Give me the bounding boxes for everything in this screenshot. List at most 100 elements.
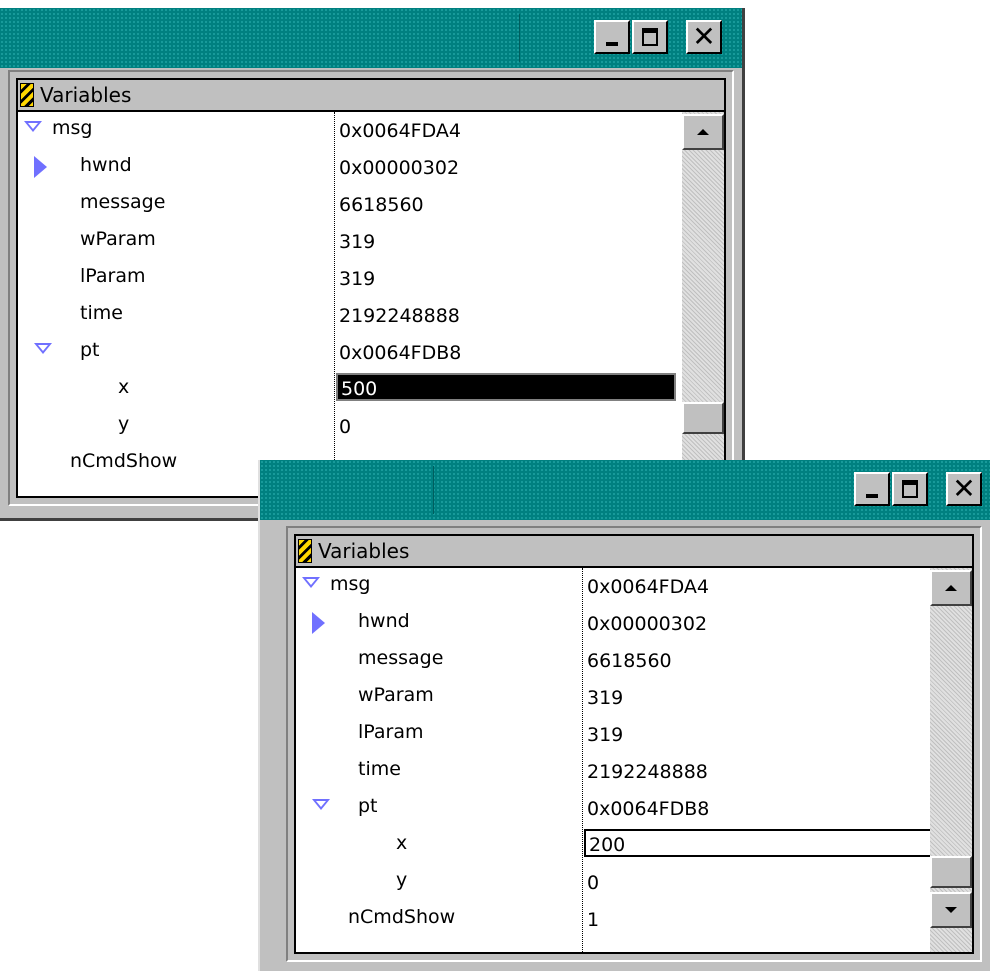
- value-text: 6618560: [587, 650, 672, 672]
- variable-value: 0: [584, 869, 599, 897]
- close-button[interactable]: ✕: [946, 472, 982, 506]
- vertical-scrollbar[interactable]: [682, 112, 724, 496]
- variable-row-lparam[interactable]: lParam 319: [296, 716, 930, 753]
- variable-name: wParam: [358, 684, 434, 706]
- expand-right-triangle-icon[interactable]: [34, 156, 47, 178]
- vertical-scrollbar[interactable]: [930, 568, 972, 952]
- scroll-up-arrow-icon[interactable]: [682, 114, 724, 150]
- expand-down-triangle-icon[interactable]: [24, 121, 42, 132]
- variable-value: 0x0064FDA4: [584, 573, 709, 601]
- variable-name: msg: [330, 573, 371, 595]
- value-text: 0x0064FDB8: [339, 342, 462, 364]
- expand-right-triangle-icon[interactable]: [312, 612, 325, 634]
- variable-value: 0x0064FDB8: [584, 795, 709, 823]
- variable-value: 319: [336, 228, 375, 256]
- variable-name: y: [118, 413, 130, 435]
- variables-icon: [20, 83, 34, 107]
- variable-row-wparam[interactable]: wParam 319: [18, 223, 682, 260]
- variable-name: lParam: [358, 721, 424, 743]
- expand-down-triangle-icon[interactable]: [312, 799, 330, 810]
- variable-row-y[interactable]: y0: [18, 408, 682, 445]
- variable-name: message: [80, 191, 166, 213]
- value-text: 2192248888: [339, 305, 460, 327]
- variable-row-message[interactable]: message 6618560: [18, 186, 682, 223]
- variable-value: 0x0064FDA4: [336, 117, 461, 145]
- value-text: 319: [339, 268, 376, 290]
- variable-row-message[interactable]: message 6618560: [296, 642, 930, 679]
- variable-row-wparam[interactable]: wParam 319: [296, 679, 930, 716]
- variable-row-y[interactable]: y0: [296, 864, 930, 901]
- close-button[interactable]: ✕: [686, 20, 722, 54]
- value-edit-field[interactable]: 200: [584, 829, 934, 857]
- variables-header: Variables: [18, 80, 724, 112]
- variable-row-msg[interactable]: msg 0x0064FDA4: [296, 568, 930, 605]
- variable-row-x[interactable]: x 500: [18, 371, 682, 408]
- value-text: 6618560: [339, 194, 424, 216]
- variable-value: 319: [336, 265, 375, 293]
- scroll-down-arrow-icon[interactable]: [930, 892, 972, 928]
- maximize-button[interactable]: [632, 20, 668, 54]
- variables-header-label: Variables: [40, 83, 132, 107]
- value-text: 0x0064FDA4: [587, 576, 709, 598]
- variable-name: time: [358, 758, 401, 780]
- variable-row-ncmdshow[interactable]: nCmdShow 1: [296, 901, 930, 938]
- value-text: 0x0064FDB8: [587, 798, 710, 820]
- expand-down-triangle-icon[interactable]: [34, 343, 52, 354]
- variables-list: msg 0x0064FDA4 hwnd 0x00000302 message 661856…: [296, 568, 934, 952]
- variable-name: hwnd: [80, 154, 132, 176]
- variable-name: pt: [80, 339, 100, 361]
- variable-row-msg[interactable]: msg 0x0064FDA4: [18, 112, 682, 149]
- variable-row-time[interactable]: time 2192248888: [18, 297, 682, 334]
- variables-header: Variables: [296, 536, 972, 568]
- value-text: 0: [339, 416, 352, 438]
- value-text: 0x0064FDA4: [339, 120, 461, 142]
- variable-value: 319: [584, 721, 623, 749]
- maximize-button[interactable]: [892, 472, 928, 506]
- value-text: 0: [587, 872, 600, 894]
- value-text: 0x00000302: [339, 157, 460, 179]
- variable-row-pt[interactable]: pt 0x0064FDB8: [296, 790, 930, 827]
- variables-panel: Variables msg 0x0064FDA4 hwnd 0x00000302 mes…: [294, 534, 974, 954]
- variable-row-time[interactable]: time 2192248888: [296, 753, 930, 790]
- variable-row-hwnd[interactable]: hwnd 0x00000302: [296, 605, 930, 642]
- variable-row-pt[interactable]: pt 0x0064FDB8: [18, 334, 682, 371]
- variable-name: wParam: [80, 228, 156, 250]
- variable-value: 1: [584, 906, 599, 934]
- variable-value: 6618560: [336, 191, 424, 219]
- value-text: 1: [587, 909, 600, 931]
- variables-frame: Variables msg 0x0064FDA4 hwnd 0x00000302 mes…: [8, 70, 734, 506]
- variable-value: 0x00000302: [336, 154, 459, 182]
- value-text: 200: [589, 834, 626, 856]
- variable-row-hwnd[interactable]: hwnd 0x00000302: [18, 149, 682, 186]
- value-text: 319: [339, 231, 376, 253]
- variable-value: 2192248888: [336, 302, 460, 330]
- minimize-button[interactable]: [594, 20, 630, 54]
- variables-icon: [298, 539, 312, 563]
- minimize-button[interactable]: [854, 472, 890, 506]
- variable-value: 0x0064FDB8: [336, 339, 461, 367]
- variable-name: y: [396, 869, 408, 891]
- value-text: 319: [587, 724, 624, 746]
- variable-value: 0x00000302: [584, 610, 707, 638]
- variable-name: time: [80, 302, 123, 324]
- scroll-thumb[interactable]: [682, 402, 724, 434]
- value-text: 319: [587, 687, 624, 709]
- value-text: 2192248888: [587, 761, 708, 783]
- variable-name: pt: [358, 795, 378, 817]
- scroll-thumb[interactable]: [930, 856, 972, 888]
- variable-value: 2192248888: [584, 758, 708, 786]
- variable-value: 319: [584, 684, 623, 712]
- variable-name: msg: [52, 117, 93, 139]
- variable-row-lparam[interactable]: lParam 319: [18, 260, 682, 297]
- variable-row-x[interactable]: x 200: [296, 827, 934, 864]
- scroll-up-arrow-icon[interactable]: [930, 570, 972, 606]
- variable-name: hwnd: [358, 610, 410, 632]
- title-bar[interactable]: ✕: [0, 8, 742, 68]
- expand-down-triangle-icon[interactable]: [302, 577, 320, 588]
- variable-name: nCmdShow: [348, 906, 456, 928]
- variables-window-2: ✕ Variables msg 0x0064FDA4 hwnd 0x00000302 m…: [258, 460, 990, 971]
- variables-window-1: ✕ Variables msg 0x0064FDA4 hwnd 0x00000302 m…: [0, 8, 745, 521]
- variable-name: message: [358, 647, 444, 669]
- variable-value: 6618560: [584, 647, 672, 675]
- title-bar[interactable]: ✕: [260, 460, 990, 520]
